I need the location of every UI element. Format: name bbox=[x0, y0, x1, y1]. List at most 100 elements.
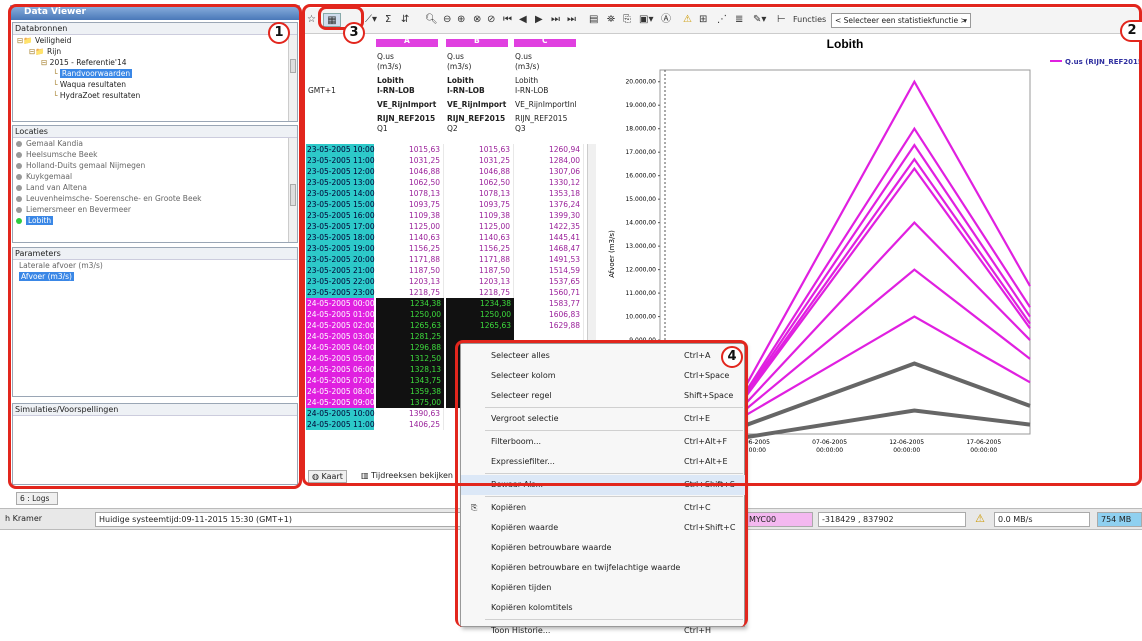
cell-c[interactable]: 1560,71 bbox=[514, 287, 584, 298]
databronnen-scrollbar[interactable] bbox=[288, 35, 297, 121]
cell-b[interactable]: 1203,13 bbox=[446, 276, 514, 287]
location-item[interactable]: Leuvenheimsche- Soerensche- en Groote Be… bbox=[13, 193, 297, 204]
bar-icon[interactable]: ≣ bbox=[735, 13, 743, 27]
cell-b[interactable]: 1218,75 bbox=[446, 287, 514, 298]
location-item[interactable]: Lobith bbox=[13, 215, 297, 226]
star-icon[interactable]: ☆ bbox=[307, 13, 316, 27]
cell-b[interactable]: 1156,25 bbox=[446, 243, 514, 254]
cell-b[interactable]: 1031,25 bbox=[446, 155, 514, 166]
text-icon[interactable]: Ⓐ bbox=[661, 13, 671, 27]
location-item[interactable]: Holland-Duits gemaal Nijmegen bbox=[13, 160, 297, 171]
table-row[interactable]: 23-05-2005 23:00 1218,75 1218,75 1560,71 bbox=[306, 287, 596, 298]
cell-a[interactable]: 1171,88 bbox=[376, 254, 444, 265]
statistiek-select[interactable]: < Selecteer een statistiekfunctie > ▾ bbox=[831, 13, 971, 28]
cell-a[interactable]: 1015,63 bbox=[376, 144, 444, 155]
cell-c[interactable] bbox=[514, 331, 584, 342]
cell-a[interactable]: 1343,75 bbox=[376, 375, 444, 386]
cell-c[interactable]: 1583,77 bbox=[514, 298, 584, 309]
tab-tijdreeksen[interactable]: ▥ Tijdreeksen bekijken bbox=[358, 470, 456, 481]
menu-item[interactable]: Vergroot selectie Ctrl+E bbox=[461, 409, 746, 429]
cell-c[interactable]: 1307,06 bbox=[514, 166, 584, 177]
table-row[interactable]: 23-05-2005 10:00 1015,63 1015,63 1260,94 bbox=[306, 144, 596, 155]
locaties-scrollbar[interactable] bbox=[288, 138, 297, 242]
cell-c[interactable]: 1260,94 bbox=[514, 144, 584, 155]
cell-a[interactable]: 1406,25 bbox=[376, 419, 444, 430]
cell-b[interactable]: 1015,63 bbox=[446, 144, 514, 155]
zoom-out-icon[interactable]: ⊖ bbox=[443, 13, 451, 27]
cell-a[interactable]: 1250,00 bbox=[376, 309, 444, 320]
table-row[interactable]: 23-05-2005 16:00 1109,38 1109,38 1399,30 bbox=[306, 210, 596, 221]
parameter-item[interactable]: Afvoer (m3/s) bbox=[13, 271, 297, 282]
zoom-fit-icon[interactable]: ⊗ bbox=[473, 13, 481, 27]
cell-a[interactable]: 1062,50 bbox=[376, 177, 444, 188]
cell-b[interactable]: 1062,50 bbox=[446, 177, 514, 188]
cell-b[interactable]: 1125,00 bbox=[446, 221, 514, 232]
cell-b[interactable]: 1234,38 bbox=[446, 298, 514, 309]
cell-c[interactable]: 1399,30 bbox=[514, 210, 584, 221]
tab-logs[interactable]: 6 : Logs bbox=[16, 492, 58, 505]
cell-a[interactable]: 1312,50 bbox=[376, 353, 444, 364]
table-row[interactable]: 23-05-2005 12:00 1046,88 1046,88 1307,06 bbox=[306, 166, 596, 177]
export-icon[interactable]: ▣▾ bbox=[639, 13, 653, 27]
cell-a[interactable]: 1093,75 bbox=[376, 199, 444, 210]
sort-icon[interactable]: ⇵ bbox=[401, 13, 409, 27]
cell-b[interactable] bbox=[446, 331, 514, 342]
cell-b[interactable]: 1093,75 bbox=[446, 199, 514, 210]
menu-item[interactable]: Kopiëren betrouwbare waarde bbox=[461, 538, 746, 558]
table-view-icon[interactable]: ▦ bbox=[323, 13, 341, 27]
table-row[interactable]: 23-05-2005 21:00 1187,50 1187,50 1514,59 bbox=[306, 265, 596, 276]
menu-item[interactable]: Filterboom... Ctrl+Alt+F bbox=[461, 432, 746, 452]
location-item[interactable]: Gemaal Kandia bbox=[13, 138, 297, 149]
cell-c[interactable]: 1376,24 bbox=[514, 199, 584, 210]
last-icon[interactable]: ⏭ bbox=[567, 13, 576, 27]
tree-item[interactable]: └ HydraZoet resultaten bbox=[13, 90, 297, 101]
cell-a[interactable]: 1140,63 bbox=[376, 232, 444, 243]
cell-a[interactable]: 1218,75 bbox=[376, 287, 444, 298]
cell-a[interactable]: 1125,00 bbox=[376, 221, 444, 232]
table-row[interactable]: 23-05-2005 18:00 1140,63 1140,63 1445,41 bbox=[306, 232, 596, 243]
cell-c[interactable]: 1514,59 bbox=[514, 265, 584, 276]
cell-c[interactable]: 1353,18 bbox=[514, 188, 584, 199]
cell-a[interactable]: 1281,25 bbox=[376, 331, 444, 342]
line-chart-icon[interactable]: ⟋▾ bbox=[365, 13, 377, 27]
location-item[interactable]: Land van Altena bbox=[13, 182, 297, 193]
zoom-in-icon[interactable]: 🔍︎ bbox=[425, 13, 438, 27]
table-row[interactable]: 24-05-2005 03:00 1281,25 bbox=[306, 331, 596, 342]
cell-b[interactable]: 1250,00 bbox=[446, 309, 514, 320]
cell-a[interactable]: 1156,25 bbox=[376, 243, 444, 254]
menu-item[interactable]: Kopiëren tijden bbox=[461, 578, 746, 598]
table-row[interactable]: 23-05-2005 19:00 1156,25 1156,25 1468,47 bbox=[306, 243, 596, 254]
cell-c[interactable]: 1422,35 bbox=[514, 221, 584, 232]
cell-a[interactable]: 1109,38 bbox=[376, 210, 444, 221]
cell-c[interactable]: 1491,53 bbox=[514, 254, 584, 265]
locations-icon[interactable]: ⛯ bbox=[607, 13, 615, 27]
cell-a[interactable]: 1375,00 bbox=[376, 397, 444, 408]
menu-item[interactable]: Kopiëren waarde Ctrl+Shift+C bbox=[461, 518, 746, 538]
cell-a[interactable]: 1234,38 bbox=[376, 298, 444, 309]
cell-a[interactable]: 1328,13 bbox=[376, 364, 444, 375]
menu-item[interactable]: Selecteer kolom Ctrl+Space bbox=[461, 366, 746, 386]
table-row[interactable]: 23-05-2005 11:00 1031,25 1031,25 1284,00 bbox=[306, 155, 596, 166]
menu-item[interactable]: Expressiefilter... Ctrl+Alt+E bbox=[461, 452, 746, 472]
cell-b[interactable]: 1171,88 bbox=[446, 254, 514, 265]
cell-a[interactable]: 1031,25 bbox=[376, 155, 444, 166]
menu-item[interactable]: Toon Historie... Ctrl+H bbox=[461, 621, 746, 641]
menu-item[interactable]: Selecteer regel Shift+Space bbox=[461, 386, 746, 406]
cell-c[interactable]: 1537,65 bbox=[514, 276, 584, 287]
table-row[interactable]: 24-05-2005 00:00 1234,38 1234,38 1583,77 bbox=[306, 298, 596, 309]
cell-b[interactable]: 1140,63 bbox=[446, 232, 514, 243]
cell-a[interactable]: 1046,88 bbox=[376, 166, 444, 177]
fast-forward-icon[interactable]: ⏭ bbox=[551, 13, 560, 27]
table-row[interactable]: 23-05-2005 15:00 1093,75 1093,75 1376,24 bbox=[306, 199, 596, 210]
location-item[interactable]: Liemersmeer en Bevermeer bbox=[13, 204, 297, 215]
menu-item[interactable]: Kopiëren betrouwbare en twijfelachtige w… bbox=[461, 558, 746, 578]
location-item[interactable]: Heelsumsche Beek bbox=[13, 149, 297, 160]
cell-a[interactable]: 1078,13 bbox=[376, 188, 444, 199]
cell-a[interactable]: 1296,88 bbox=[376, 342, 444, 353]
table-row[interactable]: 24-05-2005 02:00 1265,63 1265,63 1629,88 bbox=[306, 320, 596, 331]
tree-item[interactable]: ⊟📁 Rijn bbox=[13, 46, 297, 57]
cell-c[interactable]: 1468,47 bbox=[514, 243, 584, 254]
cell-c[interactable]: 1606,83 bbox=[514, 309, 584, 320]
tree-item[interactable]: └ Waqua resultaten bbox=[13, 79, 297, 90]
cell-b[interactable]: 1046,88 bbox=[446, 166, 514, 177]
